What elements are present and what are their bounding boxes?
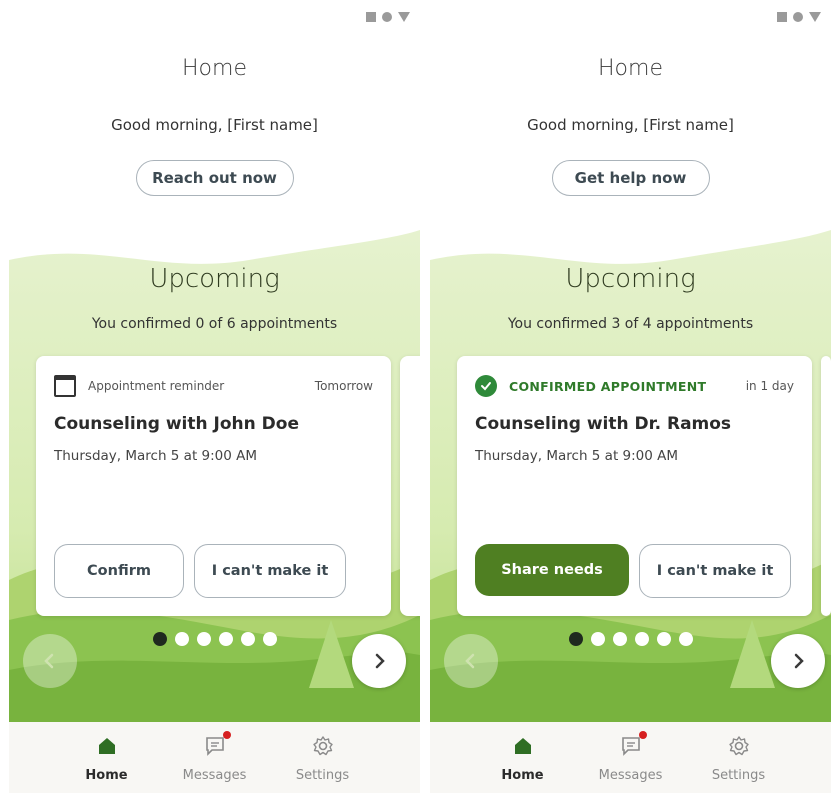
page-dot[interactable] xyxy=(612,632,627,646)
pagination-dots xyxy=(568,632,693,646)
page-dot[interactable] xyxy=(634,632,649,646)
card-time: in 1 day xyxy=(745,379,794,393)
appointment-card: Appointment reminder Tomorrow Counseling… xyxy=(36,356,391,616)
appointment-title: Counseling with Dr. Ramos xyxy=(475,414,732,434)
bottom-tab-bar: Home Messages Settings xyxy=(430,722,831,793)
page-dot[interactable] xyxy=(656,632,671,646)
tab-home[interactable]: Home xyxy=(493,734,553,793)
next-card-peek[interactable] xyxy=(821,356,831,616)
page-title: Home xyxy=(598,56,663,81)
tab-settings-label: Settings xyxy=(295,768,350,783)
triangle-icon xyxy=(809,12,821,22)
card-label: CONFIRMED APPOINTMENT xyxy=(509,378,707,394)
card-label: Appointment reminder xyxy=(88,379,225,393)
next-button[interactable] xyxy=(352,634,406,688)
pagination-dots xyxy=(152,632,277,646)
check-circle-icon xyxy=(475,375,497,397)
circle-icon xyxy=(382,12,392,22)
phone-screen-confirmed: Home Good morning, [First name] Get help… xyxy=(430,0,831,793)
cant-make-it-button[interactable]: I can't make it xyxy=(194,544,346,598)
tab-messages-label: Messages xyxy=(182,768,247,783)
chevron-left-icon xyxy=(44,653,54,669)
section-title: Upcoming xyxy=(149,264,280,294)
page-dot[interactable] xyxy=(174,632,189,646)
square-icon xyxy=(777,12,787,22)
tab-home-label: Home xyxy=(85,768,128,783)
unread-badge xyxy=(638,731,647,739)
tab-settings-label: Settings xyxy=(711,768,766,783)
reach-out-button[interactable]: Reach out now xyxy=(135,160,294,196)
status-bar xyxy=(777,12,821,22)
page-dot[interactable] xyxy=(590,632,605,646)
previous-button[interactable] xyxy=(23,634,77,688)
appointment-title: Counseling with John Doe xyxy=(54,414,299,434)
circle-icon xyxy=(793,12,803,22)
share-needs-button[interactable]: Share needs xyxy=(475,544,629,596)
cant-make-it-button[interactable]: I can't make it xyxy=(639,544,791,598)
previous-button[interactable] xyxy=(444,634,498,688)
status-bar xyxy=(366,12,410,22)
page-dot[interactable] xyxy=(678,632,693,646)
next-card-peek[interactable] xyxy=(400,356,420,616)
page-dot[interactable] xyxy=(240,632,255,646)
section-title: Upcoming xyxy=(565,264,696,294)
page-dot[interactable] xyxy=(218,632,233,646)
tab-messages[interactable]: Messages xyxy=(182,731,247,793)
tab-settings[interactable]: Settings xyxy=(293,734,353,793)
square-icon xyxy=(366,12,376,22)
home-icon xyxy=(514,738,531,754)
card-actions: Share needs I can't make it xyxy=(475,544,794,598)
chevron-right-icon xyxy=(375,653,385,669)
next-button[interactable] xyxy=(771,634,825,688)
tab-messages-label: Messages xyxy=(598,768,663,783)
message-icon xyxy=(621,737,640,756)
appointment-card: CONFIRMED APPOINTMENT in 1 day Counselin… xyxy=(457,356,812,616)
appointment-datetime: Thursday, March 5 at 9:00 AM xyxy=(475,448,679,464)
get-help-button[interactable]: Get help now xyxy=(551,160,710,196)
card-actions: Confirm I can't make it xyxy=(54,544,373,598)
page-dot[interactable] xyxy=(196,632,211,646)
greeting: Good morning, [First name] xyxy=(527,116,734,134)
confirm-button[interactable]: Confirm xyxy=(54,544,184,598)
home-icon xyxy=(98,738,115,754)
bottom-tab-bar: Home Messages Settings xyxy=(9,722,420,793)
gear-icon xyxy=(312,736,333,756)
chevron-right-icon xyxy=(794,653,804,669)
phone-screen-reminder: Home Good morning, [First name] Reach ou… xyxy=(9,0,420,793)
confirmation-summary: You confirmed 0 of 6 appointments xyxy=(91,316,338,332)
gear-icon xyxy=(728,736,749,756)
card-time: Tomorrow xyxy=(314,379,373,393)
calendar-icon xyxy=(54,375,76,397)
unread-badge xyxy=(222,731,231,739)
triangle-icon xyxy=(398,12,410,22)
tab-settings[interactable]: Settings xyxy=(709,734,769,793)
page-dot[interactable] xyxy=(262,632,277,646)
tab-home-label: Home xyxy=(501,768,544,783)
tab-home[interactable]: Home xyxy=(77,734,137,793)
card-header: CONFIRMED APPOINTMENT in 1 day xyxy=(475,374,794,398)
card-header: Appointment reminder Tomorrow xyxy=(54,374,373,398)
message-icon xyxy=(205,737,224,756)
page-dot[interactable] xyxy=(152,632,167,646)
greeting: Good morning, [First name] xyxy=(111,116,318,134)
page-dot[interactable] xyxy=(568,632,583,646)
confirmation-summary: You confirmed 3 of 4 appointments xyxy=(507,316,754,332)
chevron-left-icon xyxy=(465,653,475,669)
tab-messages[interactable]: Messages xyxy=(598,731,663,793)
page-title: Home xyxy=(182,56,247,81)
appointment-datetime: Thursday, March 5 at 9:00 AM xyxy=(54,448,258,464)
